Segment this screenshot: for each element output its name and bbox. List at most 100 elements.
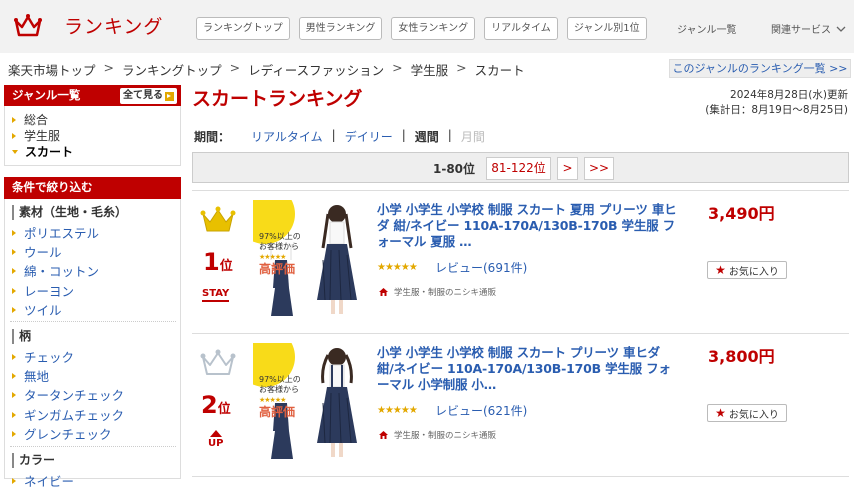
triangle-right-icon [12,267,16,274]
genre-item-skirt[interactable]: スカート [12,143,73,160]
facet-label: タータンチェック [24,388,125,403]
product-price: 3,490円 [708,204,775,223]
period-monthly: 月間 [460,130,485,144]
triangle-right-icon [12,116,16,123]
related-services-label: 関連サービス [771,25,831,36]
breadcrumb-ranking-top[interactable]: ランキングトップ [122,60,222,79]
genre-ranking-list-link[interactable]: このジャンルのランキング一覧 >> [669,59,851,78]
badge-text: 97%以上の お客様から ★★★★★ 高評価 [259,375,301,419]
header-nav: ランキングトップ 男性ランキング 女性ランキング リアルタイム ジャンル別1位 [196,17,656,40]
badge-line1: 97%以上の [259,232,301,241]
rank-number: 1位 [203,248,233,276]
badge-text: 97%以上の お客様から ★★★★★ 高評価 [259,232,301,276]
filter-title: 条件で絞り込む [12,180,93,194]
silver-crown-icon [200,349,236,375]
pagination-current: 1-80位 [433,162,476,176]
facet-glen-check[interactable]: グレンチェック [12,424,112,443]
favorite-label: お気に入り [728,266,779,278]
genre-item-label: スカート [25,145,74,159]
genre-item-school-uniform[interactable]: 学生服 [12,127,60,144]
product-price: 3,800円 [708,347,775,366]
facet-material-title: 素材（生地・毛糸） [12,205,175,220]
favorite-button[interactable]: ★ お気に入り [707,261,787,279]
favorite-label: お気に入り [728,409,779,421]
facet-gingham-check[interactable]: ギンガムチェック [12,405,124,424]
breadcrumb-ladies-fashion[interactable]: レディースファッション [248,60,384,79]
nav-genre-first[interactable]: ジャンル別1位 [566,17,647,40]
triangle-right-icon [12,372,16,379]
badge-line2: お客様から [259,385,299,394]
facet-check[interactable]: チェック [12,347,74,366]
facet-label: ネイビー [24,474,75,489]
product-name-link[interactable]: 小学 小学生 小学校 制服 スカート 夏用 プリーツ 車ヒダ 紺/ネイビー 11… [377,202,677,250]
shop-home-icon [379,288,388,296]
triangle-right-icon [12,229,16,236]
facet-cotton[interactable]: 綿・コットン [12,261,99,280]
review-count-link[interactable]: レビュー(691件) [435,259,527,276]
nav-men-ranking[interactable]: 男性ランキング [298,17,383,40]
badge-stars: ★★★★★ [259,396,286,404]
period-separator: | [331,128,336,142]
product-image[interactable]: 97%以上の お客様から ★★★★★ 高評価 [253,200,365,316]
triangle-right-icon [12,287,16,294]
facet-color-title: カラー [12,453,175,468]
header-bar: ランキング ランキングトップ 男性ランキング 女性ランキング リアルタイム ジャ… [0,0,854,53]
badge-line3: 高評価 [259,405,296,419]
genre-list-link[interactable]: ジャンル一覧 [677,21,737,36]
period-realtime[interactable]: リアルタイム [251,128,323,145]
facet-rayon[interactable]: レーヨン [12,281,74,300]
badge-line3: 高評価 [259,262,296,276]
rank-suffix: 位 [219,259,233,274]
product-name-link[interactable]: 小学 小学生 小学校 制服 スカート プリーツ 車ヒダ 紺/ネイビー 110A-… [377,345,677,393]
badge-line2: お客様から [259,242,299,251]
facet-navy[interactable]: ネイビー [12,471,74,490]
facet-polyester[interactable]: ポリエステル [12,223,99,242]
facet-label: ウール [24,245,62,260]
star-icon: ★ [715,406,726,420]
rating-stars-icon: ★★★★★ [377,405,418,416]
nav-women-ranking[interactable]: 女性ランキング [391,17,476,40]
facet-label: 無地 [24,369,50,384]
pagination-last[interactable]: >> [584,157,614,180]
pagination-next[interactable]: > [557,157,578,180]
item-divider [192,190,849,191]
triangle-right-icon [12,430,16,437]
favorite-button[interactable]: ★ お気に入り [707,404,787,422]
see-all-button[interactable]: 全て見る [120,88,177,104]
triangle-right-icon [12,132,16,139]
period-weekly: 週間 [414,130,439,144]
facet-twill[interactable]: ツイル [12,300,62,319]
genre-item-all[interactable]: 総合 [12,111,48,128]
related-services-menu[interactable]: 関連サービス [771,21,846,36]
breadcrumb-separator: > [392,60,403,75]
facet-plain[interactable]: 無地 [12,366,49,385]
triangle-right-icon [12,391,16,398]
nav-realtime[interactable]: リアルタイム [484,17,558,40]
ranking-logo[interactable]: ランキング [14,12,163,39]
facet-tartan-check[interactable]: タータンチェック [12,385,124,404]
breadcrumb-rakuten-top[interactable]: 楽天市場トップ [8,60,96,79]
genre-item-label: 学生服 [24,129,61,143]
breadcrumb-separator: > [229,60,241,75]
genre-item-label: 総合 [24,113,49,127]
review-count-link[interactable]: レビュー(621件) [435,402,527,419]
period-separator: | [401,128,406,142]
pagination-next-range[interactable]: 81-122位 [486,157,551,180]
product-image[interactable]: 97%以上の お客様から ★★★★★ 高評価 [253,343,365,459]
breadcrumb-separator: > [456,60,467,75]
breadcrumb-school-uniform[interactable]: 学生服 [411,60,449,79]
period-label: 期間： [194,130,231,144]
genre-list-header: ジャンル一覧 全て見る [4,85,181,106]
breadcrumb: 楽天市場トップ > ランキングトップ > レディースファッション > 学生服 >… [8,60,525,79]
facet-pattern-title: 柄 [12,329,175,344]
gold-crown-icon [200,206,236,232]
breadcrumb-skirt[interactable]: スカート [475,60,525,79]
nav-ranking-top[interactable]: ランキングトップ [196,17,290,40]
shop-link[interactable]: 学生服・制服のニシキ通販 [378,286,496,298]
facet-wool[interactable]: ウール [12,242,62,261]
triangle-right-icon [12,353,16,360]
see-all-label: 全て見る [123,90,163,101]
shop-link[interactable]: 学生服・制服のニシキ通販 [378,429,496,441]
triangle-down-icon [12,149,18,154]
period-daily[interactable]: デイリー [345,128,393,145]
